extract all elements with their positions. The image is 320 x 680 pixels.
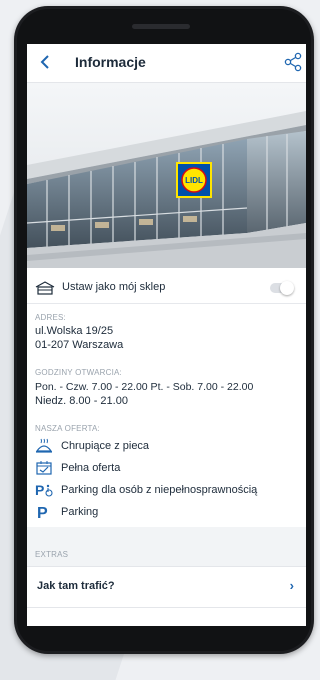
store-photo: LIDL bbox=[27, 83, 306, 268]
set-my-store-row[interactable]: Ustaw jako mój sklep bbox=[27, 273, 306, 304]
offer-item-label: Parking dla osób z niepełnosprawnością bbox=[61, 484, 258, 496]
app-screen: Informacje LIDL Ustaw jako mój sklep ADR… bbox=[27, 44, 306, 626]
full-offer-icon bbox=[35, 460, 53, 476]
offer-item-full-offer: Pełna oferta bbox=[35, 459, 120, 477]
offer-item-disabled-parking: P Parking dla osób z niepełnosprawnością bbox=[35, 481, 257, 499]
set-my-store-label: Ustaw jako mój sklep bbox=[62, 281, 166, 293]
parking-icon: P bbox=[35, 504, 53, 520]
offer-item-parking: P Parking bbox=[35, 503, 98, 521]
svg-text:P: P bbox=[37, 505, 48, 520]
svg-text:P: P bbox=[35, 482, 44, 498]
my-store-toggle[interactable] bbox=[270, 281, 294, 295]
opening-hours-line-1: Pon. - Czw. 7.00 - 22.00 Pt. - Sob. 7.00… bbox=[35, 381, 254, 393]
page-title: Informacje bbox=[75, 54, 146, 70]
lidl-logo-text: LIDL bbox=[185, 176, 203, 185]
offer-item-label: Pełna oferta bbox=[61, 462, 121, 474]
offer-item-bakery: Chrupiące z pieca bbox=[35, 437, 149, 455]
directions-row[interactable]: Jak tam trafić? › bbox=[27, 566, 306, 608]
toggle-knob bbox=[280, 281, 294, 295]
address-label: ADRES: bbox=[35, 313, 66, 322]
disabled-parking-icon: P bbox=[35, 482, 53, 498]
app-header: Informacje bbox=[27, 44, 306, 83]
offer-label: NASZA OFERTA: bbox=[35, 424, 100, 433]
phone-earpiece bbox=[132, 24, 190, 29]
back-arrow-icon[interactable] bbox=[37, 53, 53, 71]
store-icon bbox=[35, 281, 55, 295]
address-line-1: ul.Wolska 19/25 bbox=[35, 325, 114, 337]
opening-hours-label: GODZINY OTWARCIA: bbox=[35, 368, 122, 377]
extras-label: EXTRAS bbox=[35, 550, 69, 559]
offer-item-label: Parking bbox=[61, 506, 99, 518]
offer-item-label: Chrupiące z pieca bbox=[61, 440, 150, 452]
share-icon[interactable] bbox=[284, 52, 302, 72]
address-line-2: 01-207 Warszawa bbox=[35, 339, 124, 351]
chevron-right-icon: › bbox=[289, 578, 294, 593]
opening-hours-line-2: Niedz. 8.00 - 21.00 bbox=[35, 395, 128, 407]
bread-oven-icon bbox=[35, 438, 53, 454]
directions-label: Jak tam trafić? bbox=[37, 580, 115, 592]
